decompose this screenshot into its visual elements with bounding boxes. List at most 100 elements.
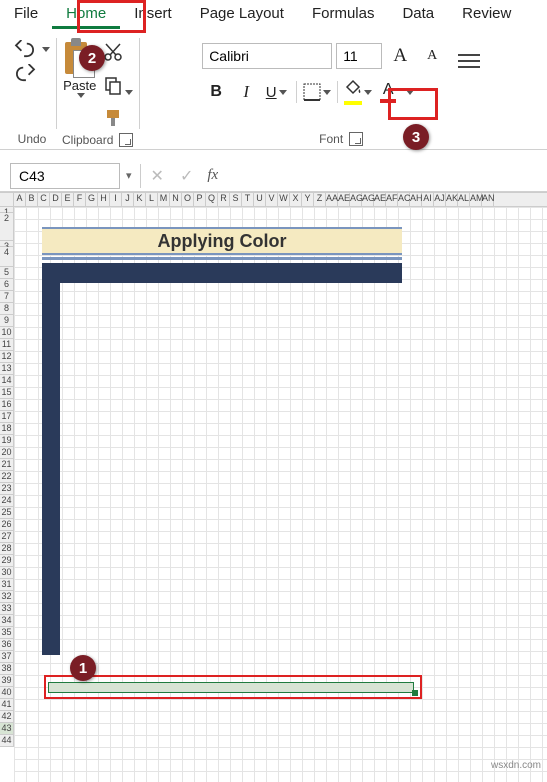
- row-header[interactable]: 10: [0, 327, 14, 339]
- row-header[interactable]: 8: [0, 303, 14, 315]
- row-header[interactable]: 32: [0, 591, 14, 603]
- tab-insert[interactable]: Insert: [120, 0, 186, 29]
- sheet-title-cell[interactable]: Applying Color: [42, 227, 402, 255]
- col-header[interactable]: B: [26, 193, 38, 206]
- row-header[interactable]: 11: [0, 339, 14, 351]
- col-header[interactable]: Q: [206, 193, 218, 206]
- row-header[interactable]: 17: [0, 411, 14, 423]
- selection-range[interactable]: [48, 682, 414, 693]
- select-all-corner[interactable]: [0, 193, 14, 206]
- row-header[interactable]: 7: [0, 291, 14, 303]
- dialog-launcher-icon[interactable]: [349, 132, 363, 146]
- row-header[interactable]: 34: [0, 615, 14, 627]
- row-header[interactable]: 38: [0, 663, 14, 675]
- column-headers[interactable]: ABCDEFGHIJKLMNOPQRSTUVWXYZAAAEAGAGAEAFAC…: [0, 193, 547, 207]
- col-header[interactable]: U: [254, 193, 266, 206]
- chevron-down-icon[interactable]: [406, 90, 414, 95]
- chevron-down-icon[interactable]: [125, 90, 133, 95]
- font-color-button[interactable]: A: [374, 78, 402, 106]
- fill-color-button[interactable]: [344, 78, 372, 106]
- row-header[interactable]: 33: [0, 603, 14, 615]
- chevron-down-icon[interactable]: [364, 90, 372, 95]
- worksheet[interactable]: ABCDEFGHIJKLMNOPQRSTUVWXYZAAAEAGAGAEAFAC…: [0, 192, 547, 782]
- name-box[interactable]: [10, 163, 120, 189]
- chevron-down-icon[interactable]: [77, 93, 85, 98]
- row-header[interactable]: 24: [0, 495, 14, 507]
- row-header[interactable]: 5: [0, 267, 14, 279]
- row-header[interactable]: 39: [0, 675, 14, 687]
- col-header[interactable]: S: [230, 193, 242, 206]
- font-name-select[interactable]: [202, 43, 332, 69]
- col-header[interactable]: AN: [482, 193, 494, 206]
- redo-button[interactable]: [14, 64, 50, 82]
- row-header[interactable]: 18: [0, 423, 14, 435]
- tab-data[interactable]: Data: [388, 0, 448, 29]
- decrease-font-button[interactable]: A: [418, 42, 446, 70]
- row-header[interactable]: 6: [0, 279, 14, 291]
- underline-button[interactable]: U: [262, 78, 290, 106]
- cancel-formula-button[interactable]: ✕: [143, 166, 172, 186]
- col-header[interactable]: AE: [338, 193, 350, 206]
- col-header[interactable]: O: [182, 193, 194, 206]
- row-header[interactable]: 35: [0, 627, 14, 639]
- col-header[interactable]: X: [290, 193, 302, 206]
- col-header[interactable]: AG: [362, 193, 374, 206]
- italic-button[interactable]: I: [232, 78, 260, 106]
- row-header[interactable]: 40: [0, 687, 14, 699]
- col-header[interactable]: J: [122, 193, 134, 206]
- col-header[interactable]: V: [266, 193, 278, 206]
- col-header[interactable]: AK: [446, 193, 458, 206]
- row-header[interactable]: 14: [0, 375, 14, 387]
- row-header[interactable]: 37: [0, 651, 14, 663]
- col-header[interactable]: D: [50, 193, 62, 206]
- bold-button[interactable]: B: [202, 78, 230, 106]
- chevron-down-icon[interactable]: ▾: [126, 169, 138, 182]
- chevron-down-icon[interactable]: [323, 90, 331, 95]
- col-header[interactable]: AF: [386, 193, 398, 206]
- tab-review[interactable]: Review: [448, 0, 525, 29]
- col-header[interactable]: Y: [302, 193, 314, 206]
- col-header[interactable]: K: [134, 193, 146, 206]
- col-header[interactable]: AH: [410, 193, 422, 206]
- font-size-select[interactable]: [336, 43, 382, 69]
- filled-range-top[interactable]: [42, 263, 402, 283]
- col-header[interactable]: M: [158, 193, 170, 206]
- row-header[interactable]: 29: [0, 555, 14, 567]
- col-header[interactable]: AC: [398, 193, 410, 206]
- row-header[interactable]: 2: [0, 213, 14, 241]
- row-header[interactable]: 19: [0, 435, 14, 447]
- row-header[interactable]: 27: [0, 531, 14, 543]
- row-header[interactable]: 13: [0, 363, 14, 375]
- col-header[interactable]: N: [170, 193, 182, 206]
- row-header[interactable]: 21: [0, 459, 14, 471]
- row-header[interactable]: 30: [0, 567, 14, 579]
- chevron-down-icon[interactable]: [279, 90, 287, 95]
- cell-grid[interactable]: Applying Color: [14, 207, 547, 782]
- row-header[interactable]: 36: [0, 639, 14, 651]
- col-header[interactable]: G: [86, 193, 98, 206]
- filled-range-left[interactable]: [42, 263, 60, 655]
- col-header[interactable]: AM: [470, 193, 482, 206]
- undo-button[interactable]: [14, 40, 50, 58]
- col-header[interactable]: AE: [374, 193, 386, 206]
- col-header[interactable]: I: [110, 193, 122, 206]
- row-header[interactable]: 20: [0, 447, 14, 459]
- col-header[interactable]: C: [38, 193, 50, 206]
- col-header[interactable]: AG: [350, 193, 362, 206]
- row-header[interactable]: 42: [0, 711, 14, 723]
- ribbon-options-icon[interactable]: [458, 54, 480, 68]
- col-header[interactable]: L: [146, 193, 158, 206]
- tab-formulas[interactable]: Formulas: [298, 0, 389, 29]
- formula-input[interactable]: [224, 163, 547, 189]
- copy-button[interactable]: [103, 75, 133, 100]
- row-header[interactable]: 12: [0, 351, 14, 363]
- cut-button[interactable]: [103, 42, 133, 67]
- col-header[interactable]: E: [62, 193, 74, 206]
- row-header[interactable]: 41: [0, 699, 14, 711]
- col-header[interactable]: T: [242, 193, 254, 206]
- col-header[interactable]: AL: [458, 193, 470, 206]
- enter-formula-button[interactable]: ✓: [172, 166, 201, 186]
- row-header[interactable]: 16: [0, 399, 14, 411]
- tab-file[interactable]: File: [0, 0, 52, 29]
- col-header[interactable]: W: [278, 193, 290, 206]
